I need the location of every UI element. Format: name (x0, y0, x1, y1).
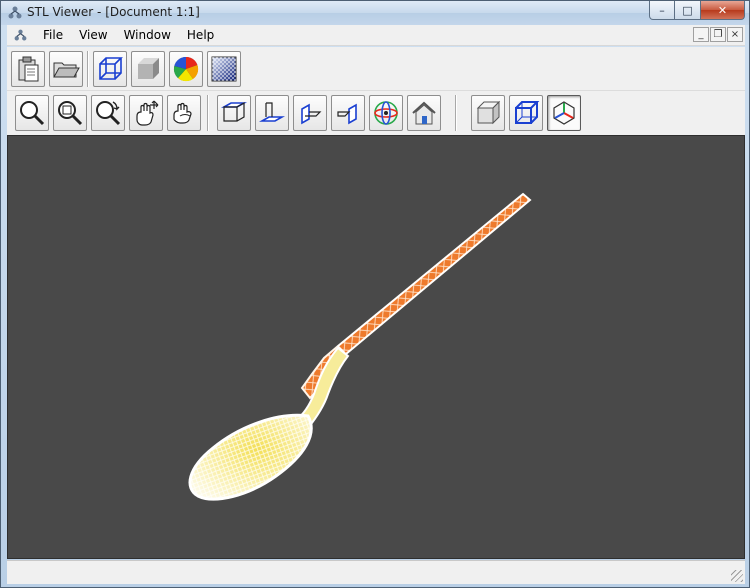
solid-cube-icon (138, 58, 159, 79)
paste-button[interactable] (11, 51, 45, 87)
zoom-window-icon (58, 101, 83, 126)
app-logo-icon (8, 6, 22, 19)
toolbar-separator (207, 95, 209, 131)
menu-help[interactable]: Help (179, 25, 222, 46)
3d-viewport[interactable] (7, 135, 745, 559)
shaded-box-icon (476, 100, 501, 125)
view-left-button[interactable] (293, 95, 327, 131)
background-gradient-icon (211, 56, 237, 82)
magnifier-icon (20, 101, 45, 126)
spoon-model (188, 192, 532, 501)
close-button[interactable]: ✕ (701, 1, 745, 20)
document-window-controls: _ ❐ × (693, 27, 743, 42)
zoom-button[interactable] (15, 95, 49, 131)
resize-grip[interactable] (731, 570, 743, 582)
menu-items: File View Window Help (35, 25, 222, 46)
solid-cube-button[interactable] (131, 51, 165, 87)
view-right-button[interactable] (331, 95, 365, 131)
wireframe-cube-button[interactable] (93, 51, 127, 87)
file-toolbar (7, 47, 745, 91)
menu-bar: File View Window Help _ ❐ × (7, 25, 745, 46)
minimize-button[interactable]: – (649, 1, 675, 20)
menu-window[interactable]: Window (116, 25, 179, 46)
app-window: STL Viewer - [Document 1:1] – □ ✕ File V… (0, 0, 750, 588)
color-wheel-icon (173, 56, 199, 82)
background-button[interactable] (207, 51, 241, 87)
shaded-mode-button[interactable] (471, 95, 505, 131)
view-bottom-button[interactable] (255, 95, 289, 131)
wireframe-mode-button[interactable] (509, 95, 543, 131)
home-icon (412, 101, 436, 125)
view-top-icon (220, 101, 248, 122)
axes-triad-button[interactable] (547, 95, 581, 131)
menu-view[interactable]: View (71, 25, 115, 46)
rotate-hand-button[interactable] (167, 95, 201, 131)
view-home-button[interactable] (407, 95, 441, 131)
pan-hand-icon (136, 100, 159, 126)
view-axo-button[interactable] (369, 95, 403, 131)
window-title: STL Viewer - [Document 1:1] (27, 5, 200, 19)
maximize-button[interactable]: □ (675, 1, 701, 20)
document-close-button[interactable]: × (727, 27, 743, 42)
status-bar (7, 560, 745, 584)
folder-open-icon (53, 62, 80, 78)
window-controls: – □ ✕ (649, 1, 745, 21)
document-minimize-button[interactable]: _ (693, 27, 709, 42)
view-left-icon (301, 103, 322, 125)
menu-file[interactable]: File (35, 25, 71, 46)
clipboard-icon (18, 56, 39, 82)
zoom-rotate-icon (96, 101, 121, 126)
document-system-menu-icon[interactable] (13, 28, 28, 43)
axes-triad-icon (553, 101, 575, 125)
title-bar[interactable]: STL Viewer - [Document 1:1] – □ ✕ (1, 1, 749, 25)
zoom-dynamic-button[interactable] (91, 95, 125, 131)
view-toolbar (7, 91, 745, 135)
axo-sphere-icon (374, 101, 398, 125)
wire-box-icon (515, 101, 540, 124)
view-right-icon (337, 103, 357, 125)
toolbar-separator (455, 95, 457, 131)
spoon-bowl (188, 413, 313, 501)
open-button[interactable] (49, 51, 83, 87)
color-button[interactable] (169, 51, 203, 87)
rotate-hand-icon (173, 102, 192, 124)
toolbar-separator (87, 51, 89, 87)
zoom-window-button[interactable] (53, 95, 87, 131)
document-restore-button[interactable]: ❐ (710, 27, 726, 42)
view-bottom-icon (258, 102, 286, 122)
pan-button[interactable] (129, 95, 163, 131)
view-top-button[interactable] (217, 95, 251, 131)
wire-cube-icon (99, 57, 123, 80)
